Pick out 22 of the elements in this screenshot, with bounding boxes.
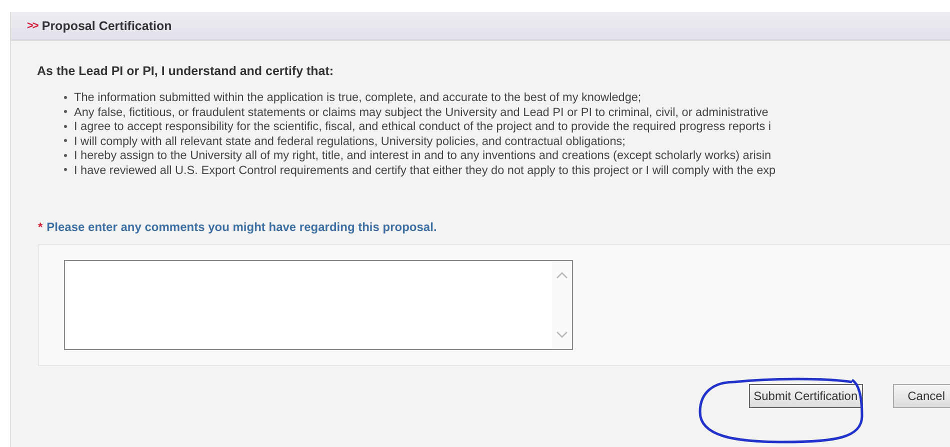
submit-button[interactable]: Submit Certification <box>748 384 863 408</box>
certification-item: The information submitted within the application is true, complete, and accurate to the best of my knowledge; <box>74 90 642 104</box>
required-mark: * <box>38 220 43 234</box>
cancel-button[interactable]: Cancel <box>892 384 950 408</box>
bullet-icon <box>64 168 67 172</box>
header-marker: >> <box>27 20 38 32</box>
certification-item: I will comply with all relevant state and federal regulations, University policies, and contractual obligations; <box>74 134 626 148</box>
certification-item: I have reviewed all U.S. Export Control requirements and certify that either they do not apply to this project or I will comply with the exp <box>74 162 776 177</box>
comments-field[interactable] <box>64 260 573 350</box>
comments-label: Please enter any comments you might have regarding this proposal. <box>46 220 437 234</box>
scroll-down-icon[interactable] <box>556 331 568 339</box>
certification-item: Any false, fictitious, or fraudulent statements or claims may subject the University and Lead PI or PI to criminal, civil, or administrative <box>74 104 768 119</box>
scroll-up-icon[interactable] <box>556 271 568 279</box>
certify-statement: As the Lead PI or PI, I understand and certify that: <box>37 64 335 78</box>
bullet-icon <box>64 110 67 114</box>
certification-item: I agree to accept responsibility for the scientific, fiscal, and ethical conduct of the project and to provide the required progress reports i <box>74 119 772 134</box>
bullet-icon <box>64 139 67 142</box>
bullet-icon <box>64 154 67 157</box>
panel-title: Proposal Certification <box>42 18 172 32</box>
certification-item: I hereby assign to the University all of my right, title, and interest in and to any inventions and creations (except scholarly works) arisin <box>74 148 772 162</box>
bullet-icon <box>64 96 67 99</box>
bullet-icon <box>64 124 67 128</box>
